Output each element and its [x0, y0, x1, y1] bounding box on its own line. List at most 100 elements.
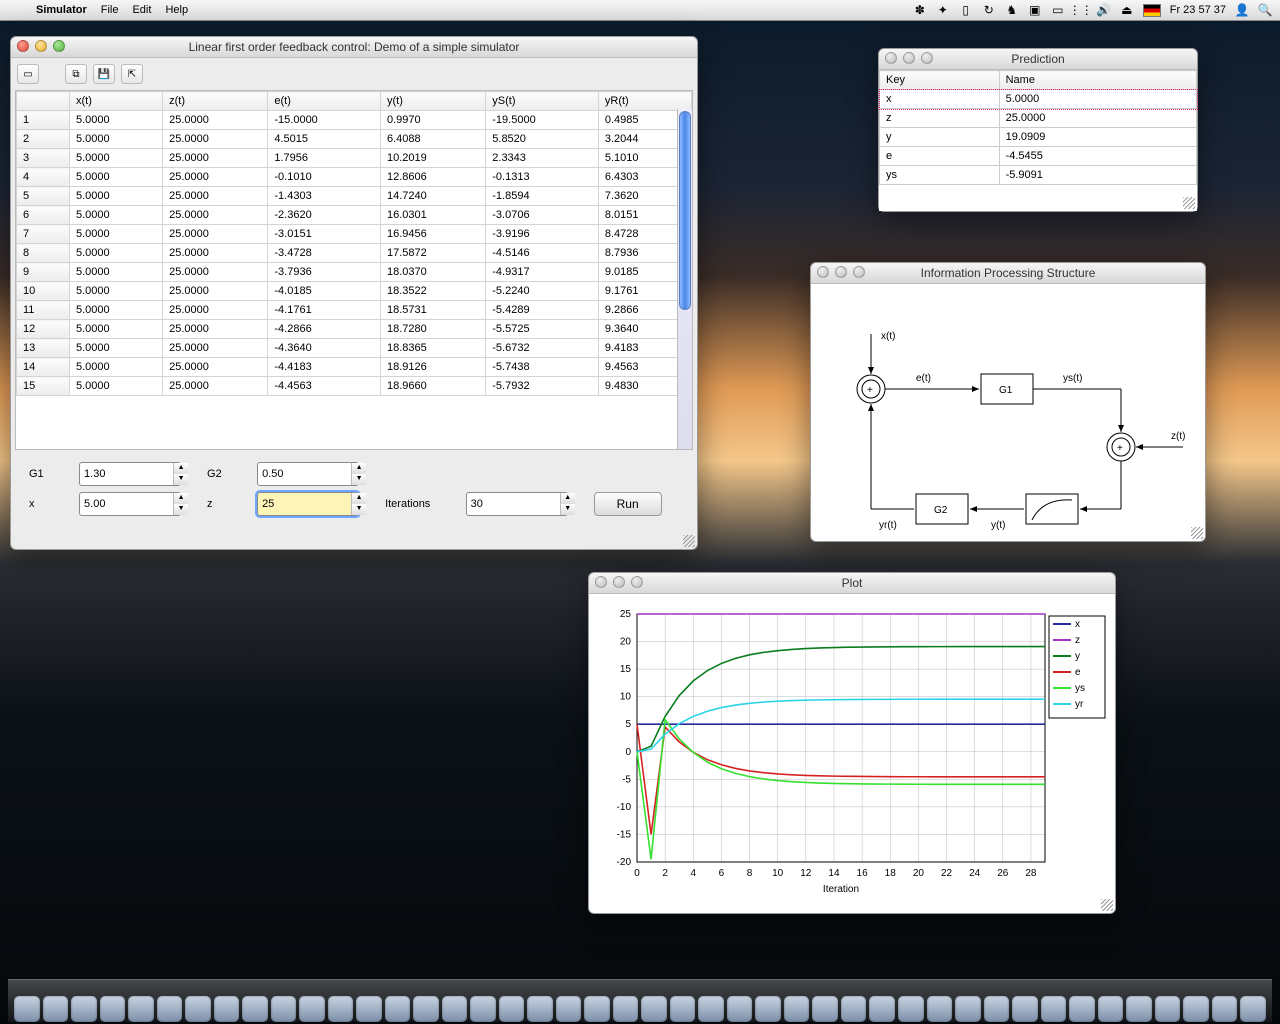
g1-stepper[interactable]: ▲▼	[79, 462, 189, 486]
cell[interactable]: -4.4563	[268, 377, 381, 396]
cell[interactable]: e	[880, 147, 1000, 166]
cell[interactable]: 5.0000	[70, 225, 163, 244]
cell[interactable]: 25.0000	[163, 130, 268, 149]
dock-app-icon[interactable]	[955, 996, 981, 1022]
dock-app-icon[interactable]	[71, 996, 97, 1022]
cell[interactable]: 25.0000	[163, 282, 268, 301]
run-button[interactable]: Run	[594, 492, 662, 516]
cell[interactable]: x	[880, 90, 1000, 109]
cell[interactable]: 5.0000	[999, 90, 1196, 109]
cell[interactable]: 5.0000	[70, 339, 163, 358]
dock-app-icon[interactable]	[1069, 996, 1095, 1022]
dock-app-icon[interactable]	[1012, 996, 1038, 1022]
cell[interactable]: 5.0000	[70, 130, 163, 149]
resize-handle-icon[interactable]	[1183, 197, 1195, 209]
close-icon[interactable]	[595, 576, 607, 588]
dock-app-icon[interactable]	[898, 996, 924, 1022]
cell[interactable]: 25.0000	[163, 263, 268, 282]
cell[interactable]: 18.9126	[380, 358, 485, 377]
col-header[interactable]: y(t)	[380, 92, 485, 111]
dock-app-icon[interactable]	[271, 996, 297, 1022]
cell[interactable]: 5.0000	[70, 206, 163, 225]
cell[interactable]: 25.0000	[163, 301, 268, 320]
cell[interactable]: 6	[17, 206, 70, 225]
cell[interactable]: -5.9091	[999, 166, 1196, 185]
display-icon[interactable]: ▭	[1051, 3, 1065, 17]
resize-handle-icon[interactable]	[1101, 899, 1113, 911]
dock-app-icon[interactable]	[242, 996, 268, 1022]
minimize-icon[interactable]	[835, 266, 847, 278]
cell[interactable]: -5.7932	[486, 377, 599, 396]
dock-app-icon[interactable]	[499, 996, 525, 1022]
dock-app-icon[interactable]	[1212, 996, 1238, 1022]
cell[interactable]: 25.0000	[163, 244, 268, 263]
timemachine-icon[interactable]: ↻	[982, 3, 996, 17]
cell[interactable]: 5.0000	[70, 377, 163, 396]
cell[interactable]: 18.8365	[380, 339, 485, 358]
cell[interactable]: -3.0151	[268, 225, 381, 244]
cell[interactable]: 2	[17, 130, 70, 149]
dock-app-icon[interactable]	[413, 996, 439, 1022]
dock-app-icon[interactable]	[43, 996, 69, 1022]
zoom-icon[interactable]	[631, 576, 643, 588]
cell[interactable]: 10	[17, 282, 70, 301]
zoom-icon[interactable]	[53, 40, 65, 52]
dock-app-icon[interactable]	[385, 996, 411, 1022]
cell[interactable]: -19.5000	[486, 111, 599, 130]
cell[interactable]: 2.3343	[486, 149, 599, 168]
dock-app-icon[interactable]	[984, 996, 1010, 1022]
status-icon[interactable]: ✦	[936, 3, 950, 17]
cell[interactable]: 18.0370	[380, 263, 485, 282]
minimize-icon[interactable]	[613, 576, 625, 588]
minimize-icon[interactable]	[903, 52, 915, 64]
col-header[interactable]: Name	[999, 71, 1196, 90]
cell[interactable]: 12	[17, 320, 70, 339]
cell[interactable]: 25.0000	[163, 377, 268, 396]
titlebar[interactable]: Prediction	[879, 49, 1197, 70]
dock-app-icon[interactable]	[1098, 996, 1124, 1022]
cell[interactable]: 1.7956	[268, 149, 381, 168]
new-doc-button[interactable]: ▭	[17, 64, 39, 84]
titlebar[interactable]: Plot	[589, 573, 1115, 594]
cell[interactable]: -5.4289	[486, 301, 599, 320]
cell[interactable]: y	[880, 128, 1000, 147]
cell[interactable]: -4.1761	[268, 301, 381, 320]
cell[interactable]: 18.5731	[380, 301, 485, 320]
cell[interactable]: ys	[880, 166, 1000, 185]
cell[interactable]: 4	[17, 168, 70, 187]
cell[interactable]: 25.0000	[163, 358, 268, 377]
dock-app-icon[interactable]	[1183, 996, 1209, 1022]
cell[interactable]: -4.0185	[268, 282, 381, 301]
cell[interactable]: 5.0000	[70, 320, 163, 339]
col-header[interactable]	[17, 92, 70, 111]
col-header[interactable]: e(t)	[268, 92, 381, 111]
cell[interactable]: -3.4728	[268, 244, 381, 263]
dock-app-icon[interactable]	[698, 996, 724, 1022]
dock-app-icon[interactable]	[1041, 996, 1067, 1022]
dock-app-icon[interactable]	[613, 996, 639, 1022]
copy-button[interactable]: ⧉	[65, 64, 87, 84]
cell[interactable]: 25.0000	[999, 109, 1196, 128]
iterations-stepper[interactable]: ▲▼	[466, 492, 576, 516]
col-header[interactable]: z(t)	[163, 92, 268, 111]
cell[interactable]: -1.4303	[268, 187, 381, 206]
status-icon[interactable]: ✽	[913, 3, 927, 17]
close-icon[interactable]	[17, 40, 29, 52]
cell[interactable]: 0.9970	[380, 111, 485, 130]
g2-stepper[interactable]: ▲▼	[257, 462, 367, 486]
cell[interactable]: 14	[17, 358, 70, 377]
cell[interactable]: -2.3620	[268, 206, 381, 225]
dock-app-icon[interactable]	[755, 996, 781, 1022]
dock-app-icon[interactable]	[1240, 996, 1266, 1022]
cell[interactable]: -15.0000	[268, 111, 381, 130]
cell[interactable]: 4.5015	[268, 130, 381, 149]
dock-app-icon[interactable]	[812, 996, 838, 1022]
cell[interactable]: 16.0301	[380, 206, 485, 225]
cell[interactable]: -3.9196	[486, 225, 599, 244]
cell[interactable]: -5.6732	[486, 339, 599, 358]
z-stepper[interactable]: ▲▼	[257, 492, 367, 516]
apple-icon[interactable]	[8, 3, 22, 17]
cell[interactable]: -4.9317	[486, 263, 599, 282]
cell[interactable]: 5.0000	[70, 282, 163, 301]
cell[interactable]: 5	[17, 187, 70, 206]
